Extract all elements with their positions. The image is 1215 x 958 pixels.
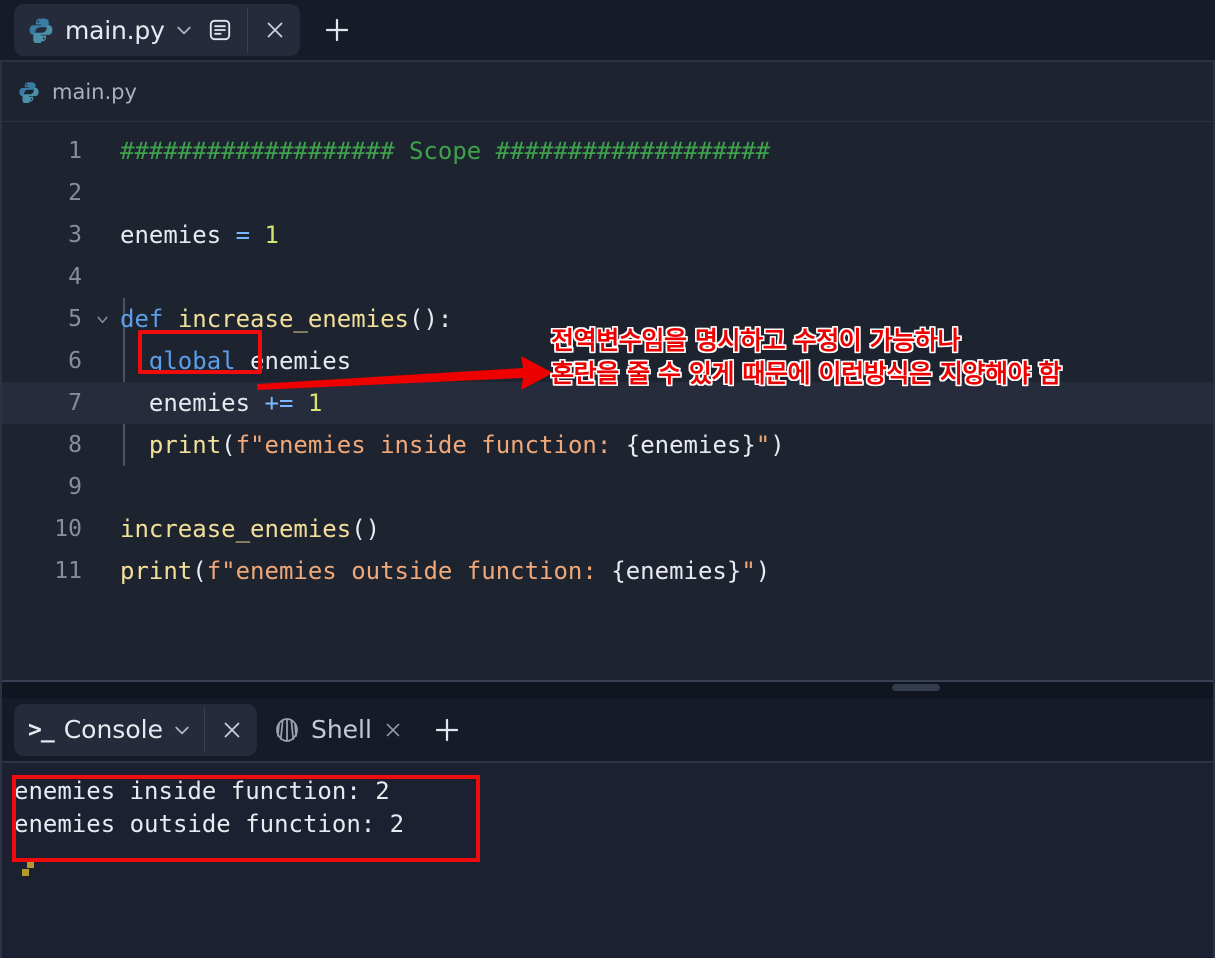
console-output-line: enemies outside function: 2: [14, 809, 405, 838]
code-line[interactable]: 4: [2, 256, 1213, 298]
breadcrumb: main.py: [2, 62, 1213, 122]
code-token: ": [741, 557, 756, 585]
tab-label: main.py: [65, 15, 165, 45]
panel-resize-strip[interactable]: [0, 680, 1215, 698]
fold-chevron-down-icon[interactable]: [90, 311, 114, 328]
tab-divider: [246, 8, 248, 52]
code-editor[interactable]: 1 ################### Scope #############…: [2, 122, 1213, 680]
code-token: enemies: [120, 221, 236, 249]
code-token: 1: [264, 221, 279, 249]
code-token: ": [755, 431, 771, 459]
console-output[interactable]: enemies inside function: 2 enemies outsi…: [0, 762, 1215, 957]
code-line[interactable]: 2: [2, 172, 1213, 214]
code-token: ): [770, 431, 785, 459]
python-icon: [18, 81, 40, 104]
ide-window: main.py main.py 1 ################### Sc…: [0, 0, 1215, 958]
console-output-line: enemies inside function: 2: [14, 777, 390, 805]
code-token: =: [235, 221, 251, 249]
code-line[interactable]: 8 print(f"enemies inside function: {enem…: [2, 424, 1213, 466]
line-number: 8: [68, 432, 82, 458]
code-line[interactable]: 6 global enemies: [2, 340, 1213, 382]
code-token: {enemies}: [611, 557, 742, 585]
code-token: ###################: [481, 137, 771, 165]
code-line[interactable]: 11 print(f"enemies outside function: {ene…: [2, 550, 1213, 592]
code-line[interactable]: 1 ################### Scope #############…: [2, 130, 1213, 172]
code-line[interactable]: 5 def increase_enemies():: [2, 298, 1213, 340]
close-icon[interactable]: [372, 709, 414, 751]
new-tab-button[interactable]: [314, 7, 360, 53]
code-token: increase_enemies: [120, 515, 352, 543]
editor-panel: main.py 1 ################### Scope #####…: [0, 60, 1215, 680]
code-token: ():: [409, 305, 453, 333]
panel-resize-grip[interactable]: [892, 684, 940, 691]
code-line-text: enemies += 1: [114, 389, 1213, 417]
editor-tab-bar: main.py: [0, 0, 1215, 60]
code-line[interactable]: 7 enemies += 1: [2, 382, 1213, 424]
code-token: def: [120, 305, 164, 333]
code-token: enemies: [120, 389, 265, 417]
line-number: 7: [68, 390, 82, 416]
line-number: 2: [68, 180, 82, 206]
code-line-text: def increase_enemies():: [114, 305, 1213, 333]
code-line[interactable]: 10 increase_enemies(): [2, 508, 1213, 550]
code-token: +=: [264, 389, 294, 417]
code-token: Scope: [408, 137, 482, 165]
tab-console[interactable]: >_ Console: [14, 703, 257, 756]
code-token: ###################: [120, 137, 409, 165]
breadcrumb-file-label: main.py: [52, 79, 137, 104]
code-line-text: ################### Scope ##############…: [114, 137, 1213, 165]
code-line-text: print(f"enemies outside function: {enemi…: [114, 557, 1213, 585]
console-tab-label: Console: [63, 715, 163, 744]
new-console-tab-button[interactable]: [424, 707, 470, 753]
code-line-text: global enemies: [114, 347, 1213, 375]
code-line[interactable]: 3 enemies = 1: [2, 214, 1213, 256]
terminal-prompt-icon: >_: [28, 716, 55, 743]
document-outline-icon[interactable]: [205, 15, 235, 45]
code-token: (): [351, 515, 381, 543]
line-number: 4: [68, 264, 82, 290]
close-icon[interactable]: [211, 709, 253, 751]
line-number: 6: [68, 348, 82, 374]
code-token: (: [192, 557, 207, 585]
console-tab-bar: >_ Console Shell: [0, 698, 1215, 762]
code-lines: 1 ################### Scope #############…: [2, 130, 1213, 592]
code-token: enemies: [235, 347, 352, 375]
code-token: ): [755, 557, 771, 585]
code-token: f"enemies inside function:: [235, 431, 626, 459]
code-token: {enemies}: [625, 431, 756, 459]
chevron-down-icon[interactable]: [172, 720, 192, 740]
line-number: 1: [68, 138, 82, 164]
line-number: 3: [68, 222, 82, 248]
console-panel: >_ Console Shell enemies inside function…: [0, 698, 1215, 958]
code-token: global: [148, 347, 236, 375]
tab-main-py[interactable]: main.py: [14, 4, 300, 56]
code-token: increase_enemies: [177, 305, 409, 333]
code-token: print: [148, 431, 222, 459]
code-line[interactable]: 9: [2, 466, 1213, 508]
tab-divider: [203, 707, 205, 752]
line-number: 9: [68, 474, 82, 500]
code-line-text: print(f"enemies inside function: {enemie…: [114, 431, 1213, 459]
code-token: 1: [307, 389, 323, 417]
code-token: f"enemies outside function:: [206, 557, 612, 585]
line-number: 10: [54, 516, 82, 542]
shell-icon: [273, 716, 301, 744]
code-token: print: [120, 557, 193, 585]
code-token: (: [221, 431, 236, 459]
line-number: 11: [54, 558, 82, 584]
code-line-text: increase_enemies(): [114, 515, 1213, 543]
chevron-down-icon[interactable]: [174, 20, 194, 40]
line-number: 5: [68, 306, 82, 332]
shell-tab-label: Shell: [310, 715, 372, 744]
tab-shell[interactable]: Shell: [257, 704, 418, 756]
python-icon: [28, 17, 54, 44]
code-line-text: enemies = 1: [114, 221, 1213, 249]
close-icon[interactable]: [254, 9, 296, 51]
